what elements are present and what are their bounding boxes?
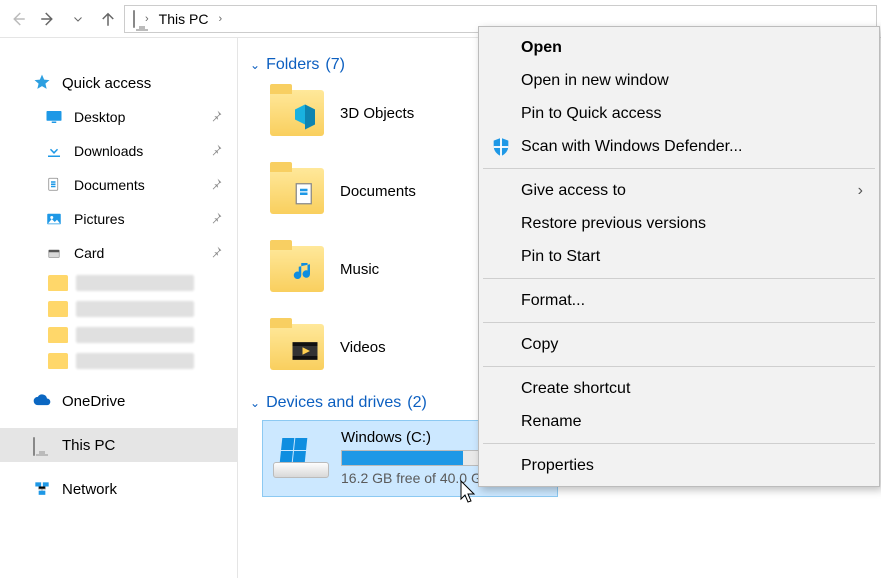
context-menu-item[interactable]: Rename xyxy=(481,405,877,438)
pc-icon xyxy=(133,11,135,27)
sidebar-network[interactable]: Network xyxy=(0,472,237,506)
context-menu-label: Restore previous versions xyxy=(521,215,706,233)
folder-icon xyxy=(270,324,324,370)
documents-icon xyxy=(44,175,64,195)
sidebar-quick-access[interactable]: Quick access xyxy=(0,66,237,100)
chevron-right-icon: › xyxy=(858,182,863,200)
recent-dropdown[interactable] xyxy=(64,5,92,33)
sidebar-label: Network xyxy=(62,481,117,498)
pin-icon xyxy=(210,143,223,159)
sidebar-label: Quick access xyxy=(62,75,151,92)
arrow-up-icon xyxy=(99,10,117,28)
folder-label: Music xyxy=(340,261,379,278)
context-menu-separator xyxy=(483,366,875,367)
sidebar-label: Desktop xyxy=(74,109,125,125)
context-menu-item[interactable]: Open xyxy=(481,31,877,64)
context-menu-item[interactable]: Copy xyxy=(481,328,877,361)
sdcard-icon xyxy=(44,243,64,263)
cloud-icon xyxy=(32,391,52,411)
chevron-down-icon: ⌄ xyxy=(250,58,260,72)
arrow-left-icon xyxy=(9,10,27,28)
pictures-icon xyxy=(44,209,64,229)
pin-icon xyxy=(210,109,223,125)
context-menu-label: Rename xyxy=(521,413,581,431)
context-menu-item[interactable]: Give access to › xyxy=(481,174,877,207)
shield-icon xyxy=(489,135,513,159)
drive-icon xyxy=(273,438,329,478)
context-menu-label: Pin to Start xyxy=(521,248,600,266)
sidebar-label: Pictures xyxy=(74,211,125,227)
context-menu-item[interactable]: Pin to Quick access xyxy=(481,97,877,130)
sidebar-this-pc[interactable]: This PC xyxy=(0,428,237,462)
context-menu-separator xyxy=(483,168,875,169)
context-menu-item[interactable]: Create shortcut xyxy=(481,372,877,405)
context-menu-label: Create shortcut xyxy=(521,380,630,398)
sidebar-item-pictures[interactable]: Pictures xyxy=(0,202,237,236)
context-menu-label: Scan with Windows Defender... xyxy=(521,138,742,156)
sidebar-item-downloads[interactable]: Downloads xyxy=(0,134,237,168)
context-menu-label: Pin to Quick access xyxy=(521,105,662,123)
section-title: Folders xyxy=(266,56,319,74)
context-menu-separator xyxy=(483,322,875,323)
sidebar-item-desktop[interactable]: Desktop xyxy=(0,100,237,134)
pin-icon xyxy=(210,245,223,261)
folder-label: Videos xyxy=(340,339,386,356)
folder-label: Documents xyxy=(340,183,416,200)
context-menu-item[interactable]: Open in new window xyxy=(481,64,877,97)
sidebar-label: Documents xyxy=(74,177,145,193)
desktop-icon xyxy=(44,107,64,127)
sidebar-item-redacted[interactable] xyxy=(44,322,194,348)
folder-icon xyxy=(270,168,324,214)
sidebar-label: Card xyxy=(74,245,104,261)
arrow-right-icon xyxy=(39,10,57,28)
network-icon xyxy=(32,479,52,499)
context-menu-label: Copy xyxy=(521,336,558,354)
context-menu-item[interactable]: Restore previous versions xyxy=(481,207,877,240)
section-count: (7) xyxy=(325,56,345,74)
sidebar-onedrive[interactable]: OneDrive xyxy=(0,384,237,418)
context-menu-label: Format... xyxy=(521,292,585,310)
chevron-down-icon xyxy=(72,13,84,25)
context-menu-label: Give access to xyxy=(521,182,626,200)
pin-icon xyxy=(210,211,223,227)
chevron-down-icon: ⌄ xyxy=(250,396,260,410)
folder-icon xyxy=(270,246,324,292)
sidebar-item-card[interactable]: Card xyxy=(0,236,237,270)
context-menu-separator xyxy=(483,443,875,444)
context-menu: Open Open in new window Pin to Quick acces… xyxy=(478,26,880,487)
sidebar-item-redacted[interactable] xyxy=(44,296,194,322)
pin-icon xyxy=(210,177,223,193)
star-icon xyxy=(32,73,52,93)
pc-icon xyxy=(32,435,52,455)
folder-label: 3D Objects xyxy=(340,105,414,122)
context-menu-label: Properties xyxy=(521,457,594,475)
breadcrumb-chevron-icon[interactable]: › xyxy=(218,13,222,25)
context-menu-item[interactable]: Properties xyxy=(481,449,877,482)
up-button[interactable] xyxy=(94,5,122,33)
sidebar-label: Downloads xyxy=(74,143,143,159)
breadcrumb-chevron-icon[interactable]: › xyxy=(145,13,149,25)
context-menu-separator xyxy=(483,278,875,279)
context-menu-item[interactable]: Format... xyxy=(481,284,877,317)
forward-button[interactable] xyxy=(34,5,62,33)
sidebar-item-documents[interactable]: Documents xyxy=(0,168,237,202)
context-menu-label: Open xyxy=(521,39,562,57)
back-button[interactable] xyxy=(4,5,32,33)
section-count: (2) xyxy=(407,394,427,412)
sidebar-item-redacted[interactable] xyxy=(44,348,194,374)
section-title: Devices and drives xyxy=(266,394,401,412)
sidebar-label: This PC xyxy=(62,437,115,454)
breadcrumb-location[interactable]: This PC xyxy=(159,11,209,27)
context-menu-label: Open in new window xyxy=(521,72,669,90)
context-menu-item[interactable]: Scan with Windows Defender... xyxy=(481,130,877,163)
download-icon xyxy=(44,141,64,161)
folder-icon xyxy=(270,90,324,136)
nav-sidebar: Quick access Desktop Downloads xyxy=(0,38,238,578)
sidebar-label: OneDrive xyxy=(62,393,125,410)
sidebar-item-redacted[interactable] xyxy=(44,270,194,296)
context-menu-item[interactable]: Pin to Start xyxy=(481,240,877,273)
